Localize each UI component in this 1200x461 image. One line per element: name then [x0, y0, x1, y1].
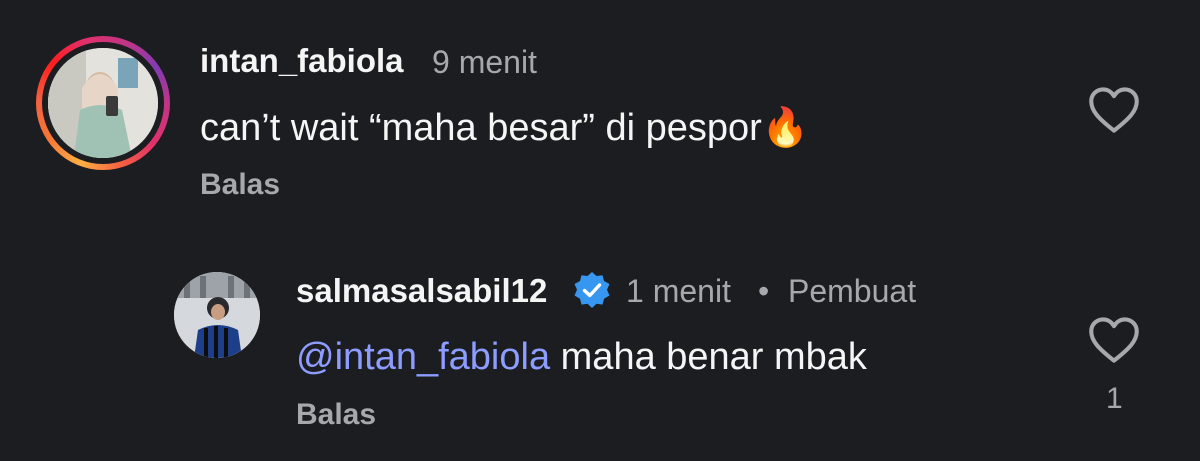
comment-text-content: maha benar mbak — [550, 336, 867, 378]
comment-text: @intan_fabiola maha benar mbak — [296, 336, 867, 379]
reply-comment: salmasalsabil12 1 menit • Pembuat @intan… — [0, 240, 1200, 461]
meta-separator: • — [758, 273, 770, 309]
fire-emoji-icon: 🔥 — [761, 107, 810, 149]
mention-link[interactable]: @intan_fabiola — [296, 336, 550, 378]
like-count: 1 — [1106, 382, 1123, 415]
comment-timestamp: 1 menit — [626, 273, 731, 309]
story-ring-avatar[interactable] — [36, 36, 170, 170]
reply-button[interactable]: Balas — [200, 168, 280, 202]
comment: intan_fabiola 9 menit can’t wait “maha b… — [0, 0, 1200, 220]
avatar — [48, 48, 158, 158]
avatar-photo-icon — [174, 272, 260, 358]
comment-text: can’t wait “maha besar” di pespor🔥 — [200, 106, 809, 150]
comment-text-content: can’t wait “maha besar” di pespor — [200, 107, 762, 149]
heart-outline-icon[interactable] — [1088, 316, 1140, 364]
heart-outline-icon[interactable] — [1088, 86, 1140, 134]
username-link[interactable]: intan_fabiola — [200, 42, 404, 80]
username-link[interactable]: salmasalsabil12 — [296, 272, 547, 310]
author-badge: Pembuat — [788, 273, 917, 309]
comment-timestamp: 9 menit — [432, 44, 537, 80]
avatar-photo-icon — [48, 48, 158, 158]
avatar[interactable] — [174, 272, 260, 358]
reply-button[interactable]: Balas — [296, 398, 376, 432]
verified-badge-icon — [574, 272, 610, 308]
